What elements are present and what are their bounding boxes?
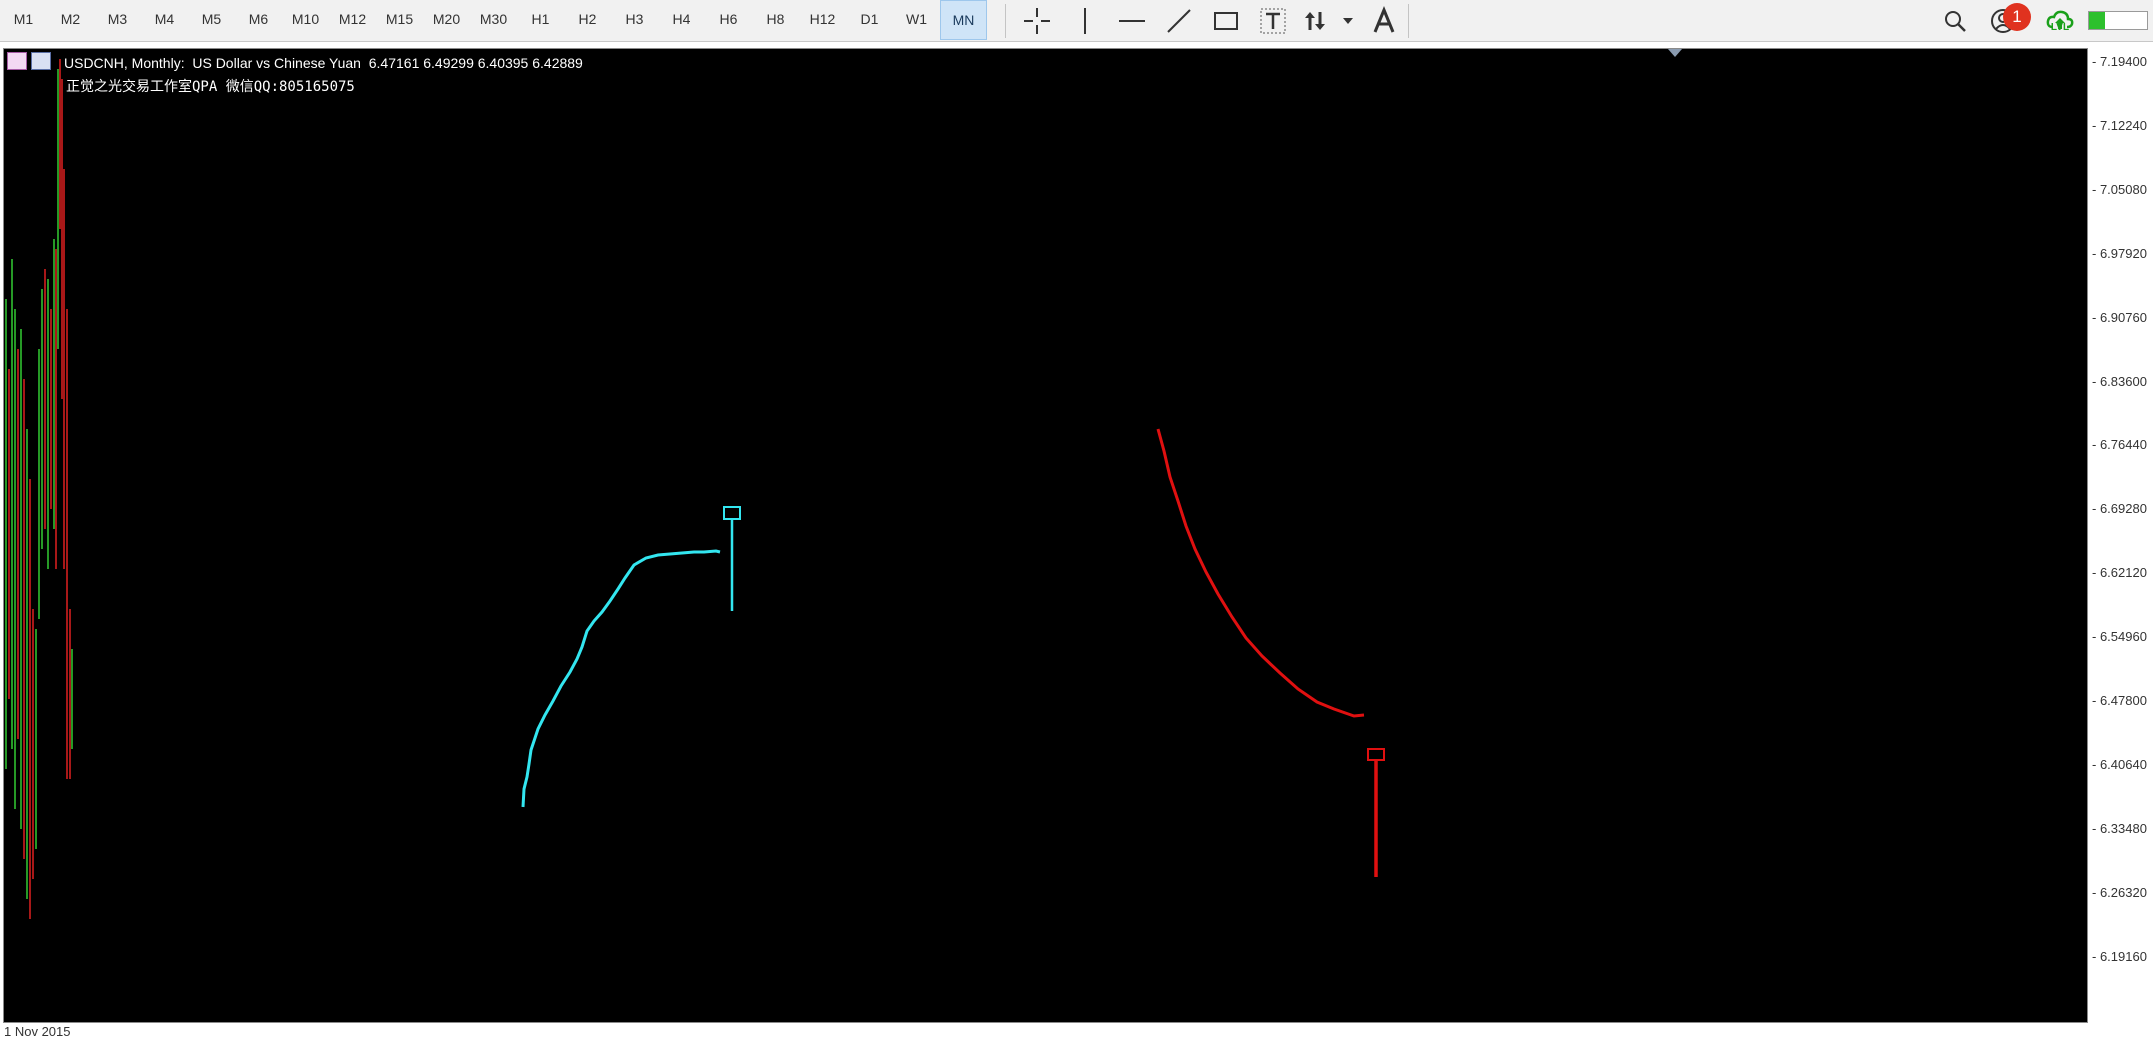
timeframe-buttons: M1 M2 M3 M4 M5 M6 M10 M12 M15 M20 M30 H1 H2 H3 H4 H6 H8 H… [0,0,987,42]
crosshair-icon [1024,8,1050,34]
lvl-button[interactable] [2040,2,2080,40]
price-tick-label: - 6.19160 [2092,948,2147,964]
chart-icons [7,52,51,70]
font-icon [1373,6,1395,33]
timeframe-h2-button[interactable]: H2 [564,0,611,40]
price-tick-label: - 6.97920 [2092,245,2147,261]
timeframe-m5-button[interactable]: M5 [188,0,235,40]
chart-template-icon[interactable] [31,52,51,70]
timeframe-m3-button[interactable]: M3 [94,0,141,40]
rectangle-tool-button[interactable] [1204,2,1248,40]
price-tick-label: - 6.76440 [2092,437,2147,453]
price-tick-label: - 6.26320 [2092,884,2147,900]
rectangle-icon [1214,12,1238,30]
chart-shift-marker[interactable] [1668,49,1682,57]
cyan-indicator-curve [521,549,721,808]
chevron-down-icon [1343,18,1353,24]
vertical-line-tool-button[interactable] [1063,2,1107,40]
toolbar-separator [1408,4,1409,38]
arrows-icon [1305,12,1325,30]
timeframe-m15-button[interactable]: M15 [376,0,423,40]
font-tool-button[interactable] [1362,2,1406,40]
chart-drawing[interactable] [4,49,2087,1022]
notification-badge: 1 [2003,3,2031,31]
price-tick-label: - 6.40640 [2092,756,2147,772]
price-tick-label: - 6.90760 [2092,309,2147,325]
timeframe-m12-button[interactable]: M12 [329,0,376,40]
timeframe-m1-button[interactable]: M1 [0,0,47,40]
price-tick-label: - 6.54960 [2092,629,2147,645]
timeframe-h12-button[interactable]: H12 [799,0,846,40]
timeframe-m6-button[interactable]: M6 [235,0,282,40]
horizontal-line-icon [1119,20,1145,22]
timeframe-h3-button[interactable]: H3 [611,0,658,40]
timeframe-m2-button[interactable]: M2 [47,0,94,40]
chart-watermark-text: 正觉之光交易工作室QPA 微信QQ:805165075 [66,79,355,95]
symbol-info: USDCNH, Monthly: US Dollar vs Chinese Yu… [64,55,583,71]
chart-type-icon[interactable] [7,52,27,70]
red-marker-box [1367,748,1385,761]
horizontal-line-tool-button[interactable] [1110,2,1154,40]
timeframe-h6-button[interactable]: H6 [705,0,752,40]
timeframe-w1-button[interactable]: W1 [893,0,940,40]
main-toolbar: M1 M2 M3 M4 M5 M6 M10 M12 M15 M20 M30 H1 H2 H3 H4 H6 H8 H… [0,0,2153,42]
timeframe-m4-button[interactable]: M4 [141,0,188,40]
status-fill [2089,12,2106,29]
red-indicator-curve [1156,428,1365,718]
toolbar-separator [1005,4,1006,38]
connection-status-bar [2088,11,2148,30]
arrows-tool-button[interactable] [1298,2,1332,40]
price-tick-label: - 7.12240 [2092,117,2147,133]
timeframe-d1-button[interactable]: D1 [846,0,893,40]
lvl-label: LVL [2050,22,2070,33]
vertical-line-icon [1084,8,1086,34]
text-tool-button[interactable] [1251,2,1295,40]
search-button[interactable] [1935,2,1975,40]
trend-line-icon [1167,9,1191,33]
timeframe-mn-button[interactable]: MN [940,0,987,40]
timeframe-h1-button[interactable]: H1 [517,0,564,40]
price-tick-label: - 6.69280 [2092,501,2147,517]
text-icon [1260,8,1286,34]
arrows-dropdown-button[interactable] [1333,2,1363,40]
crosshair-tool-button[interactable] [1015,2,1059,40]
price-tick-label: - 7.05080 [2092,181,2147,197]
price-tick-label: - 6.83600 [2092,373,2147,389]
search-icon [1945,11,1966,32]
price-tick-label: - 6.62120 [2092,565,2147,581]
price-tick-label: - 6.47800 [2092,693,2147,708]
date-axis-label: 1 Nov 2015 [4,1024,71,1039]
timeframe-m30-button[interactable]: M30 [470,0,517,40]
timeframe-m10-button[interactable]: M10 [282,0,329,40]
chart-plot[interactable] [3,48,2088,1023]
timeframe-h8-button[interactable]: H8 [752,0,799,40]
price-tick-label: - 7.19400 [2092,54,2147,69]
price-tick-label: - 6.33480 [2092,820,2147,836]
trend-line-tool-button[interactable] [1157,2,1201,40]
timeframe-h4-button[interactable]: H4 [658,0,705,40]
timeframe-m20-button[interactable]: M20 [423,0,470,40]
cyan-marker-box [723,506,741,520]
